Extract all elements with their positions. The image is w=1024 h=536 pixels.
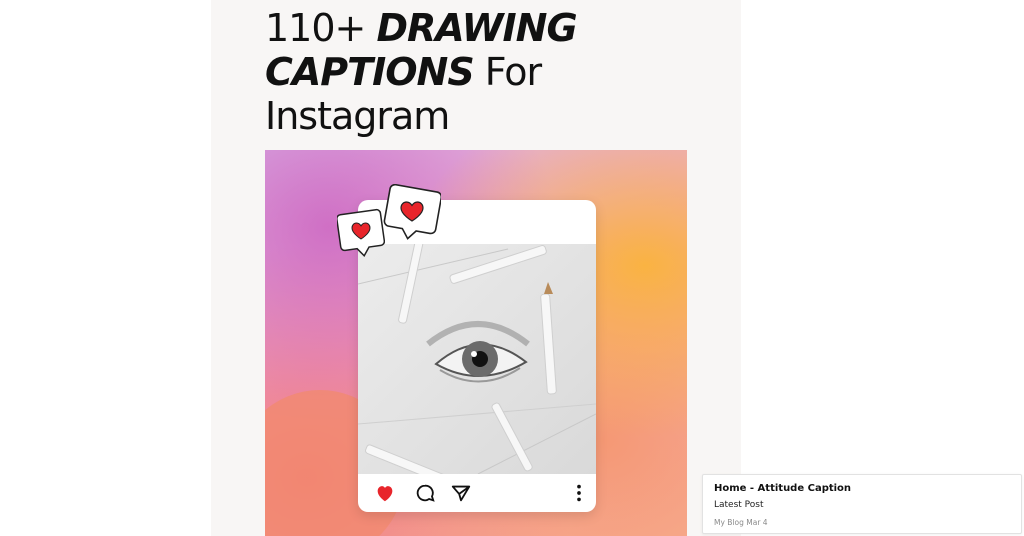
latest-post-notice[interactable]: Home - Attitude Caption Latest Post My B…	[702, 474, 1022, 534]
headline: 110+ DRAWING CAPTIONS For Instagram	[265, 6, 725, 138]
comment-icon[interactable]	[414, 482, 436, 504]
share-icon[interactable]	[450, 482, 472, 504]
pencil	[365, 444, 470, 474]
notice-subtitle: Latest Post	[714, 500, 764, 510]
notice-title: Home - Attitude Caption	[714, 483, 852, 494]
post-actions	[358, 474, 596, 512]
pencil	[449, 245, 547, 284]
headline-emphasis: CAPTIONS	[265, 50, 475, 94]
headline-line-3: Instagram	[265, 94, 450, 138]
post-photo	[358, 244, 596, 474]
illustration-background	[265, 150, 687, 536]
pencil	[491, 402, 533, 472]
notice-meta: My Blog Mar 4	[714, 518, 768, 527]
more-icon[interactable]	[568, 482, 590, 504]
eye-sketch	[426, 321, 530, 383]
pencil	[398, 244, 425, 324]
headline-line-2: CAPTIONS For	[265, 50, 725, 94]
article-image: 110+ DRAWING CAPTIONS For Instagram	[211, 0, 741, 536]
heart-icon[interactable]	[374, 482, 396, 504]
like-bubble-icon	[337, 208, 385, 258]
headline-emphasis: DRAWING	[376, 6, 577, 50]
headline-text: 110+	[265, 6, 377, 50]
drawing-scene	[358, 244, 596, 474]
pencil	[540, 282, 557, 395]
instagram-post-card	[358, 200, 596, 512]
like-bubble-icon	[383, 184, 441, 240]
headline-text: For	[473, 50, 542, 94]
headline-line-1: 110+ DRAWING	[265, 6, 725, 50]
